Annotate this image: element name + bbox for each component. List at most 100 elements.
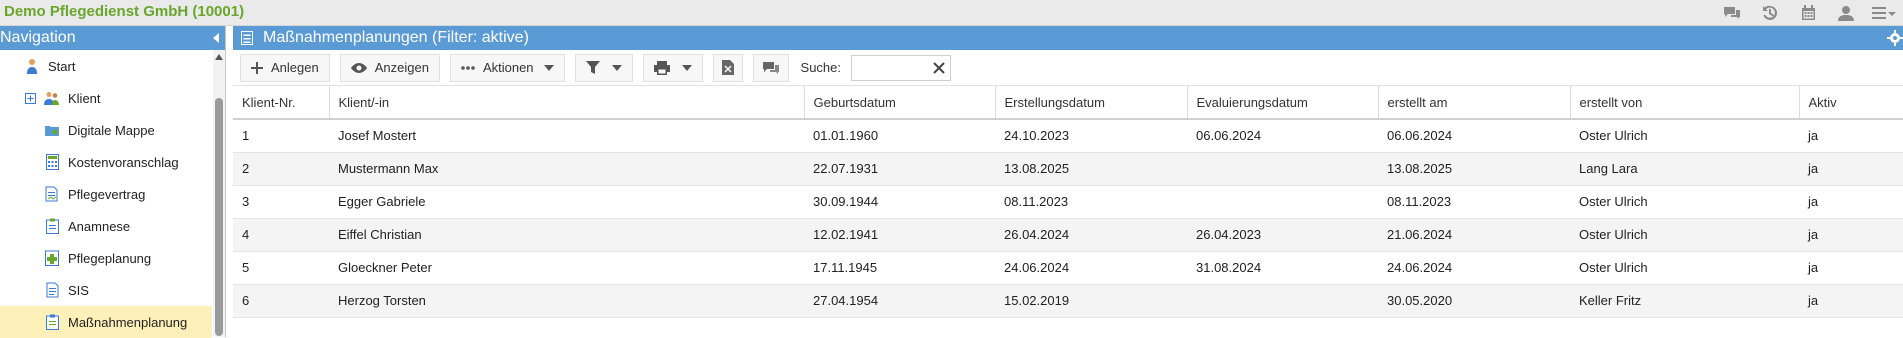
nav-item-label: Anamnese — [68, 218, 131, 234]
table-cell: Josef Mostert — [329, 119, 804, 153]
table-cell: 6 — [233, 284, 329, 318]
chat-icon[interactable] — [1713, 0, 1751, 26]
column-header[interactable]: erstellt am — [1378, 86, 1571, 120]
view-button-label: Anzeigen — [374, 60, 429, 75]
start-icon — [24, 58, 40, 74]
nav-item-sis[interactable]: SIS — [0, 274, 212, 306]
table-row[interactable]: 3 Egger Gabriele 30.09.1944 08.11.2023 08.11… — [233, 185, 1903, 219]
table-cell: 21.06.2024 — [1378, 218, 1570, 252]
nav-header: Navigation — [0, 26, 225, 50]
column-header[interactable]: Evaluierungsdatum — [1187, 86, 1379, 120]
table-cell: Oster Ulrich — [1570, 119, 1799, 153]
table-cell: 26.04.2024 — [995, 218, 1187, 252]
nav-item-kostenvoranschlag[interactable]: Kostenvoranschlag — [0, 146, 212, 178]
nav-item-massnahmenplanung[interactable]: Maßnahmenplanung — [0, 306, 212, 338]
column-header[interactable]: Aktiv — [1799, 86, 1903, 120]
column-header[interactable]: erstellt von — [1570, 86, 1800, 120]
table-row[interactable]: 5 Gloeckner Peter 17.11.1945 24.06.2024 31.0… — [233, 251, 1903, 285]
scroll-thumb[interactable] — [215, 98, 223, 336]
column-header[interactable]: Geburtsdatum — [804, 86, 996, 120]
main-header: Maßnahmenplanungen (Filter: aktive) — [233, 26, 1903, 50]
table-cell: Egger Gabriele — [329, 185, 804, 219]
history-icon[interactable] — [1751, 0, 1789, 26]
table-header-row: Klient-Nr. Klient/-in Geburtsdatum Erstellu… — [233, 86, 1903, 120]
navigation-panel: Navigation Start Klient Digitale Mappe K… — [0, 26, 226, 338]
table-cell: 24.10.2023 — [995, 119, 1187, 153]
search-field[interactable] — [851, 54, 952, 81]
nav-item-pflegevertrag[interactable]: Pflegevertrag — [0, 178, 212, 210]
table-row[interactable]: 4 Eiffel Christian 12.02.1941 26.04.2024 26.… — [233, 218, 1903, 252]
nav-item-anamnese[interactable]: Anamnese — [0, 210, 212, 242]
actions-dropdown[interactable]: Aktionen — [449, 53, 565, 82]
menu-icon[interactable] — [1865, 0, 1903, 26]
print-icon — [653, 60, 670, 75]
top-icons — [1713, 0, 1903, 26]
scroll-up-arrow-icon[interactable] — [215, 54, 223, 60]
table-cell: 01.01.1960 — [804, 119, 995, 153]
table-cell — [1187, 284, 1378, 318]
close-icon[interactable] — [932, 61, 946, 75]
table-cell: 17.11.1945 — [804, 251, 995, 285]
nav-item-label: SIS — [68, 282, 89, 298]
clipboard-icon — [44, 218, 60, 234]
column-header[interactable]: Erstellungsdatum — [995, 86, 1188, 120]
table-cell: 08.11.2023 — [1378, 185, 1570, 219]
table-cell: 1 — [233, 119, 329, 153]
nav-list: Start Klient Digitale Mappe Kostenvorans… — [0, 50, 212, 338]
table-row[interactable]: 6 Herzog Torsten 27.04.1954 15.02.2019 30.05… — [233, 284, 1903, 318]
table-cell: 4 — [233, 218, 329, 252]
gear-icon[interactable] — [1887, 30, 1903, 46]
table-cell: 22.07.1931 — [804, 152, 995, 186]
table-cell: Oster Ulrich — [1570, 185, 1799, 219]
table-cell: Gloeckner Peter — [329, 251, 804, 285]
search-input[interactable] — [852, 55, 933, 80]
table-cell: ja — [1799, 218, 1903, 252]
nav-item-label: Maßnahmenplanung — [68, 314, 188, 330]
nav-item-label: Digitale Mappe — [68, 122, 155, 138]
table-cell: 12.02.1941 — [804, 218, 995, 252]
table-cell: Eiffel Christian — [329, 218, 804, 252]
nav-item-label: Klient — [68, 90, 101, 106]
nav-title: Navigation — [0, 29, 76, 46]
add-button[interactable]: Anlegen — [240, 53, 330, 82]
table-cell: 30.09.1944 — [804, 185, 995, 219]
table-cell: 27.04.1954 — [804, 284, 995, 318]
toolbar: Anlegen Anzeigen Aktionen Suche: — [233, 50, 1903, 86]
calendar-icon[interactable] — [1789, 0, 1827, 26]
collapse-nav-button[interactable] — [207, 26, 225, 50]
nav-scrollbar[interactable] — [213, 50, 225, 337]
nav-item-start[interactable]: Start — [0, 50, 212, 82]
nav-item-klient[interactable]: Klient — [0, 82, 212, 114]
table-cell: Keller Fritz — [1570, 284, 1799, 318]
view-button[interactable]: Anzeigen — [339, 53, 440, 82]
filter-dropdown[interactable] — [574, 53, 633, 82]
table-cell: ja — [1799, 251, 1903, 285]
table-cell: ja — [1799, 152, 1903, 186]
table-cell — [1187, 185, 1378, 219]
folder-icon — [44, 122, 60, 138]
contract-icon — [44, 186, 60, 202]
page-title: Maßnahmenplanungen (Filter: aktive) — [263, 29, 529, 46]
sis-icon — [44, 282, 60, 298]
column-header[interactable]: Klient-Nr. — [233, 86, 330, 120]
expand-icon[interactable] — [24, 90, 36, 106]
table-row[interactable]: 2 Mustermann Max 22.07.1931 13.08.2025 13.08… — [233, 152, 1903, 186]
nav-item-pflegeplanung[interactable]: Pflegeplanung — [0, 242, 212, 274]
table-row[interactable]: 1 Josef Mostert 01.01.1960 24.10.2023 06.06.… — [233, 119, 1903, 153]
nav-item-digitale-mappe[interactable]: Digitale Mappe — [0, 114, 212, 146]
table-cell: Oster Ulrich — [1570, 218, 1799, 252]
table-cell: 24.06.2024 — [1378, 251, 1570, 285]
print-dropdown[interactable] — [642, 53, 703, 82]
filter-icon — [585, 61, 600, 74]
column-header[interactable]: Klient/-in — [329, 86, 805, 120]
export-excel-button[interactable] — [712, 53, 743, 82]
comments-icon — [762, 61, 779, 74]
table-cell: 06.06.2024 — [1187, 119, 1378, 153]
table-cell: 13.08.2025 — [995, 152, 1187, 186]
table-cell: 13.08.2025 — [1378, 152, 1570, 186]
table-cell: 5 — [233, 251, 329, 285]
table-body: 1 Josef Mostert 01.01.1960 24.10.2023 06.06.… — [233, 119, 1903, 318]
comments-button[interactable] — [752, 53, 789, 82]
table-cell: 2 — [233, 152, 329, 186]
user-icon[interactable] — [1827, 0, 1865, 26]
